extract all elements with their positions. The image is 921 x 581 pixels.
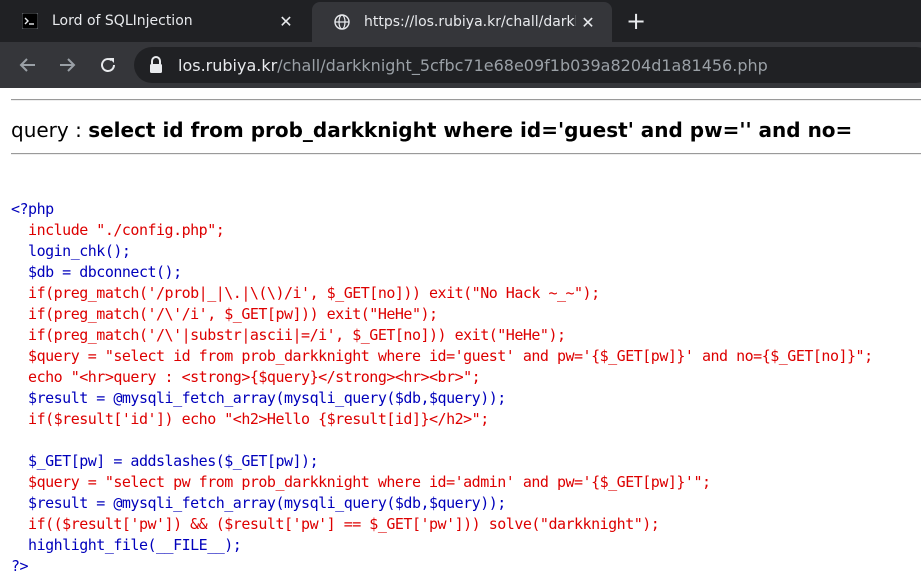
code-line: if(preg_match('/prob|_|\.|\(\)/i', $_GET… xyxy=(11,284,600,302)
code-line: $result = @mysqli_fetch_array(mysqli_que… xyxy=(11,389,506,407)
code-line: $_GET[pw] = addslashes($_GET[pw]); xyxy=(11,452,319,470)
back-button[interactable] xyxy=(14,51,42,79)
new-tab-button[interactable]: + xyxy=(622,7,650,35)
code-line: $db = dbconnect(); xyxy=(11,263,182,281)
code-line: ?> xyxy=(11,557,29,575)
tab-lord-of-sqlinjection[interactable]: Lord of SQLInjection ✕ xyxy=(0,0,310,42)
address-bar[interactable]: los.rubiya.kr/chall/darkknight_5cfbc71e6… xyxy=(134,47,921,83)
url-path: /chall/darkknight_5cfbc71e68e09f1b039a82… xyxy=(277,55,768,75)
query-display: query : select id from prob_darkknight w… xyxy=(11,118,852,142)
url-text: los.rubiya.kr/chall/darkknight_5cfbc71e6… xyxy=(178,56,768,75)
reload-button[interactable] xyxy=(94,51,122,79)
tab-strip: Lord of SQLInjection ✕ https://los.rubiy… xyxy=(0,0,921,42)
url-host: los.rubiya.kr xyxy=(178,55,278,75)
close-icon[interactable]: ✕ xyxy=(576,10,600,34)
forward-button[interactable] xyxy=(53,51,81,79)
code-line: $query = "select id from prob_darkknight… xyxy=(11,347,873,365)
globe-icon xyxy=(334,14,350,30)
browser-toolbar: los.rubiya.kr/chall/darkknight_5cfbc71e6… xyxy=(0,42,921,88)
page-content: query : select id from prob_darkknight w… xyxy=(0,88,921,581)
terminal-icon xyxy=(22,13,38,29)
code-line: login_chk(); xyxy=(11,242,131,260)
query-label: query : xyxy=(11,118,89,142)
close-icon[interactable]: ✕ xyxy=(274,9,298,33)
code-line: include "./config.php"; xyxy=(11,221,225,239)
code-line: if(preg_match('/\'|substr|ascii|=/i', $_… xyxy=(11,326,566,344)
divider xyxy=(11,153,921,155)
code-line: highlight_file(__FILE__); xyxy=(11,536,242,554)
code-line: if(preg_match('/\'/i', $_GET[pw])) exit(… xyxy=(11,305,438,323)
tab-title: Lord of SQLInjection xyxy=(52,13,193,29)
code-line: $query = "select pw from prob_darkknight… xyxy=(11,473,711,491)
query-sql: select id from prob_darkknight where id=… xyxy=(88,118,853,142)
code-line: <?php xyxy=(11,200,54,218)
divider xyxy=(11,99,921,101)
code-line: if($result['id']) echo "<h2>Hello {$resu… xyxy=(11,410,489,428)
php-source-code: <?php include "./config.php"; login_chk(… xyxy=(11,199,873,577)
lock-icon xyxy=(150,56,162,73)
reload-icon xyxy=(101,58,115,72)
code-line: $result = @mysqli_fetch_array(mysqli_que… xyxy=(11,494,506,512)
tab-darkknight[interactable]: https://los.rubiya.kr/chall/darkkn ✕ xyxy=(312,2,612,42)
arrow-right-icon xyxy=(60,58,76,72)
tab-title: https://los.rubiya.kr/chall/darkkn xyxy=(364,14,576,30)
code-line: if(($result['pw']) && ($result['pw'] == … xyxy=(11,515,660,533)
arrow-left-icon xyxy=(19,58,35,72)
code-line: echo "<hr>query : <strong>{$query}</stro… xyxy=(11,368,481,386)
